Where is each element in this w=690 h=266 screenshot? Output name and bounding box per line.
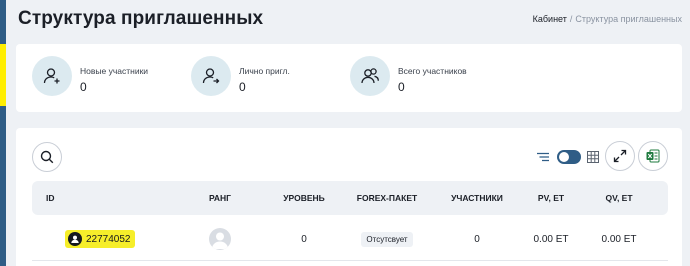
excel-export-button[interactable] bbox=[638, 141, 668, 171]
cell-qv: 0.00 ET bbox=[601, 233, 637, 245]
stat-total-participants: Всего участников 0 bbox=[350, 56, 530, 100]
grid-icon[interactable] bbox=[587, 151, 599, 163]
table-row[interactable]: 22774052 0 Отсутсвует 0 0.00 ET 0.00 ET bbox=[32, 217, 668, 261]
cell-rank bbox=[200, 217, 240, 261]
id-chip[interactable]: 22774052 bbox=[65, 230, 135, 248]
table-header: ID РАНГ УРОВЕНЬ FOREX-ПАКЕТ УЧАСТНИКИ PV… bbox=[32, 181, 668, 215]
stat-label: Новые участники bbox=[80, 66, 149, 76]
column-header-level[interactable]: УРОВЕНЬ bbox=[264, 181, 344, 215]
cell-level: 0 bbox=[301, 233, 307, 245]
search-icon bbox=[40, 150, 54, 164]
stat-value: 0 bbox=[239, 80, 246, 94]
user-icon bbox=[68, 232, 82, 246]
cell-id: 22774052 bbox=[48, 217, 158, 261]
excel-icon bbox=[646, 149, 660, 163]
cell-forex: Отсутсвует bbox=[342, 217, 432, 261]
toggle-knob bbox=[559, 152, 569, 162]
user-arrow-icon bbox=[191, 56, 231, 96]
search-button[interactable] bbox=[32, 142, 62, 172]
view-toggle[interactable] bbox=[557, 150, 581, 164]
cell-pv: 0.00 ET bbox=[533, 233, 569, 245]
breadcrumb-home-link[interactable]: Кабинет bbox=[533, 14, 567, 24]
active-marker bbox=[0, 44, 6, 106]
stat-label: Лично пригл. bbox=[239, 66, 290, 76]
column-header-pv[interactable]: PV, ET bbox=[516, 181, 586, 215]
breadcrumb: Кабинет / Структура приглашенных bbox=[533, 14, 682, 24]
stat-value: 0 bbox=[80, 80, 87, 94]
page-header: Структура приглашенных Кабинет / Структура… bbox=[6, 0, 690, 44]
expand-button[interactable] bbox=[605, 141, 635, 171]
stat-new-participants: Новые участники 0 bbox=[32, 56, 192, 100]
rank-avatar bbox=[209, 228, 231, 250]
expand-icon bbox=[613, 149, 627, 163]
stat-label: Всего участников bbox=[398, 66, 467, 76]
stat-value: 0 bbox=[398, 80, 405, 94]
cell-participants: 0 bbox=[474, 233, 480, 245]
column-header-rank[interactable]: РАНГ bbox=[200, 181, 240, 215]
column-header-id[interactable]: ID bbox=[46, 181, 70, 215]
column-header-participants[interactable]: УЧАСТНИКИ bbox=[442, 181, 512, 215]
forex-status-badge: Отсутсвует bbox=[361, 231, 413, 247]
column-header-qv[interactable]: QV, ET bbox=[584, 181, 654, 215]
stat-personally-invited: Лично пригл. 0 bbox=[191, 56, 351, 100]
breadcrumb-separator: / bbox=[569, 14, 573, 24]
users-icon bbox=[350, 56, 390, 96]
table-card: ID РАНГ УРОВЕНЬ FOREX-ПАКЕТ УЧАСТНИКИ PV… bbox=[16, 128, 682, 266]
user-plus-icon bbox=[32, 56, 72, 96]
filter-lines-icon[interactable] bbox=[536, 152, 550, 162]
page-title: Структура приглашенных bbox=[18, 8, 264, 29]
breadcrumb-current: Структура приглашенных bbox=[575, 14, 682, 24]
stats-card: Новые участники 0 Лично пригл. 0 Всего у… bbox=[16, 44, 682, 112]
member-id: 22774052 bbox=[86, 233, 131, 245]
column-header-forex[interactable]: FOREX-ПАКЕТ bbox=[342, 181, 432, 215]
